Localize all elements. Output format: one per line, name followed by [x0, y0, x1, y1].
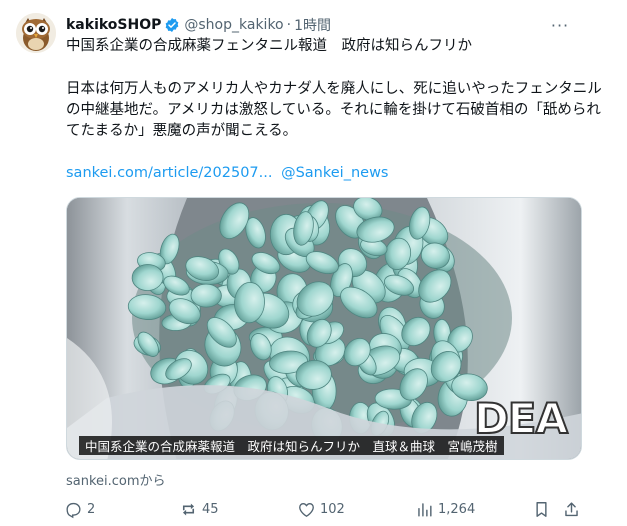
like-button[interactable]: 102 — [297, 497, 345, 521]
media-caption: 中国系企業の合成麻薬報道 政府は知らんフリか 直球＆曲球 宮嶋茂樹 — [79, 436, 504, 455]
tweet-body: 日本は何万人ものアメリカ人やカナダ人を廃人にし、死に追いやったフェンタニルの中継… — [66, 81, 602, 139]
link-card-image[interactable]: DEA 中国系企業の合成麻薬報道 政府は知らんフリか 直球＆曲球 宮嶋茂樹 — [66, 197, 582, 460]
tweet-links: sankei.com/article/202507... @Sankei_new… — [66, 165, 392, 181]
repost-button[interactable]: 45 — [179, 497, 219, 521]
link-source[interactable]: sankei.comから — [66, 470, 166, 489]
views-count: 1,264 — [438, 501, 476, 517]
tweet-card[interactable]: kakikoSHOP @shop_kakiko · 1時間 ··· 中国系企業の… — [0, 0, 627, 526]
verified-icon — [164, 17, 180, 33]
article-link[interactable]: sankei.com/article/202507... — [66, 165, 272, 181]
more-icon[interactable]: ··· — [549, 14, 571, 36]
reply-icon — [66, 502, 81, 518]
handle[interactable]: @shop_kakiko — [184, 17, 283, 33]
avatar[interactable] — [16, 13, 56, 53]
reply-count: 2 — [87, 501, 96, 517]
bookmark-button[interactable] — [532, 497, 555, 521]
views-icon — [418, 502, 432, 517]
repost-icon — [182, 503, 195, 515]
mention-link[interactable]: @Sankei_news — [281, 165, 388, 181]
action-bar: 2 45 102 1,264 — [60, 497, 620, 521]
repost-count: 45 — [202, 501, 219, 517]
like-count: 102 — [320, 501, 345, 517]
timestamp[interactable]: 1時間 — [294, 15, 331, 35]
reply-button[interactable]: 2 — [64, 497, 95, 521]
display-name[interactable]: kakikoSHOP — [66, 17, 161, 33]
like-icon — [299, 502, 314, 517]
views-button[interactable]: 1,264 — [415, 497, 475, 521]
share-icon — [565, 501, 578, 516]
tweet-headline: 中国系企業の合成麻薬フェンタニル報道 政府は知らんフリか — [66, 38, 472, 54]
owl-avatar-icon — [16, 13, 56, 53]
separator-dot: · — [286, 17, 292, 33]
bookmark-icon — [536, 501, 547, 517]
tweet-header: kakikoSHOP @shop_kakiko · 1時間 ··· — [66, 14, 613, 36]
share-button[interactable] — [562, 497, 585, 521]
